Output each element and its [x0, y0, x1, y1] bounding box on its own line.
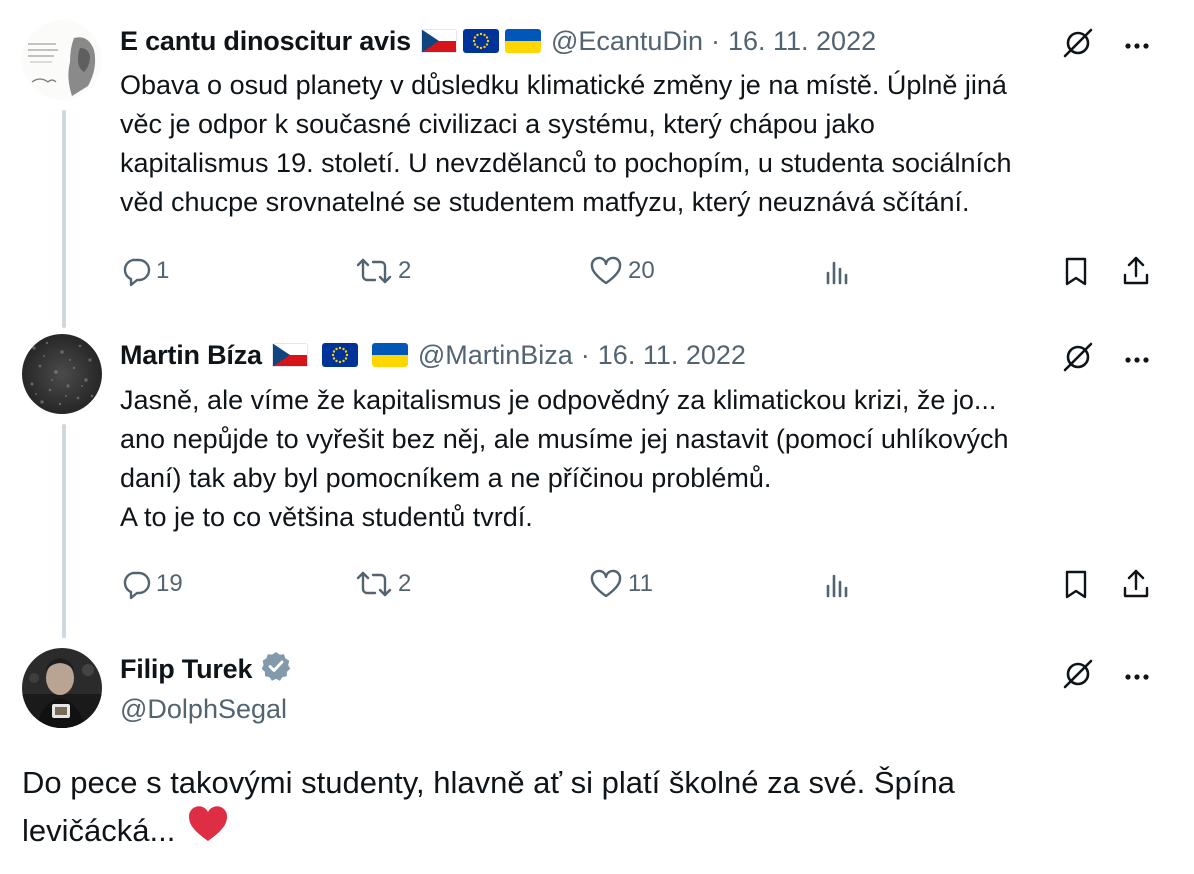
main-tweet-handle-row: @DolphSegal [120, 692, 287, 726]
tweet-text: Jasně, ale víme že kapitalismus je odpov… [120, 381, 1170, 537]
more-icon[interactable] [1124, 351, 1150, 369]
views-button[interactable] [822, 255, 854, 287]
flag-ua-icon [371, 343, 408, 367]
bookmark-icon [1060, 568, 1092, 600]
timestamp[interactable]: 16. 11. 2022 [598, 340, 746, 371]
tweet-text-line: věc je odpor k současné civilizaci a sys… [120, 109, 875, 139]
tweet-text: Obava o osud planety v důsledku klimatic… [120, 66, 1170, 222]
grok-icon[interactable] [1062, 27, 1094, 64]
thread-line [62, 424, 66, 638]
like-count: 11 [628, 570, 653, 597]
repost-count: 2 [398, 570, 412, 597]
separator: · [710, 25, 720, 56]
repost-icon [354, 255, 394, 287]
main-tweet-header: Filip Turek [120, 650, 292, 689]
reply-button[interactable]: 19 [120, 568, 183, 600]
tweet-header: E cantu dinoscitur avis @EcantuDin · 16.… [120, 24, 876, 58]
repost-button[interactable]: 2 [354, 568, 411, 600]
repost-count: 2 [398, 257, 412, 284]
grok-icon[interactable] [1062, 341, 1094, 378]
share-icon [1120, 568, 1152, 600]
repost-button[interactable]: 2 [354, 255, 411, 287]
views-icon [822, 255, 854, 287]
more-icon[interactable] [1124, 668, 1150, 686]
reply-icon [120, 568, 152, 600]
main-tweet-text-line: Do pece s takovými studenty, hlavně ať s… [22, 765, 955, 800]
flag-cz-icon [420, 29, 457, 53]
tweet-text-line: ano nepůjde to vyřešit bez něj, ale musí… [120, 424, 1009, 454]
tweet-text-line: A to je to co většina studentů tvrdí. [120, 502, 533, 532]
tweet-top-icons [1062, 341, 1150, 378]
bookmark-button[interactable] [1060, 568, 1092, 600]
display-name[interactable]: E cantu dinoscitur avis [120, 26, 411, 57]
thread-line [62, 110, 66, 328]
repost-icon [354, 568, 394, 600]
handle[interactable]: @DolphSegal [120, 694, 287, 725]
like-icon [588, 568, 624, 600]
grok-icon[interactable] [1062, 658, 1094, 695]
handle[interactable]: @EcantuDin [551, 26, 703, 57]
tweet-text-line: Obava o osud planety v důsledku klimatic… [120, 70, 1007, 100]
reply-icon [120, 255, 152, 287]
tweet-text-line: věd chucpe srovnatelné se studentem matf… [120, 187, 970, 217]
bookmark-icon [1060, 255, 1092, 287]
avatar[interactable] [22, 334, 102, 414]
tweet-top-icons [1062, 27, 1150, 64]
share-button[interactable] [1120, 568, 1152, 600]
tweet-text-line: Jasně, ale víme že kapitalismus je odpov… [120, 385, 997, 415]
handle[interactable]: @MartinBiza [418, 340, 573, 371]
display-name[interactable]: Martin Bíza [120, 340, 262, 371]
reply-count: 1 [156, 257, 170, 284]
heart-emoji-icon [187, 805, 229, 855]
share-button[interactable] [1120, 255, 1152, 287]
tweet-text-line: daní) tak aby byl pomocníkem a ne příčin… [120, 463, 772, 493]
timestamp[interactable]: 16. 11. 2022 [728, 26, 876, 57]
views-button[interactable] [822, 568, 854, 600]
views-icon [822, 568, 854, 600]
flag-eu-icon [462, 29, 499, 53]
like-icon [588, 255, 624, 287]
avatar[interactable] [22, 648, 102, 728]
tweet-top-icons [1062, 658, 1150, 695]
main-tweet-text-line: levičácká... [22, 812, 176, 848]
more-icon[interactable] [1124, 37, 1150, 55]
avatar[interactable] [22, 20, 102, 100]
share-icon [1120, 255, 1152, 287]
flag-ua-icon [504, 29, 541, 53]
reply-button[interactable]: 1 [120, 255, 169, 287]
like-count: 20 [628, 257, 655, 284]
bookmark-button[interactable] [1060, 255, 1092, 287]
flag-eu-icon [321, 343, 358, 367]
tweet-header: Martin Bíza @MartinBiza · 16. 11. 2022 [120, 338, 746, 372]
separator: · [580, 339, 590, 370]
verified-badge-icon [260, 650, 292, 689]
main-tweet-text-line-2: levičácká... [22, 805, 1162, 855]
like-button[interactable]: 20 [588, 255, 655, 287]
display-name[interactable]: Filip Turek [120, 654, 253, 685]
like-button[interactable]: 11 [588, 568, 653, 600]
reply-count: 19 [156, 570, 183, 597]
tweet-text-line: kapitalismus 19. století. U nevzdělanců … [120, 148, 1012, 178]
flag-cz-icon [271, 343, 308, 367]
main-tweet-text: Do pece s takovými studenty, hlavně ať s… [22, 760, 1162, 855]
